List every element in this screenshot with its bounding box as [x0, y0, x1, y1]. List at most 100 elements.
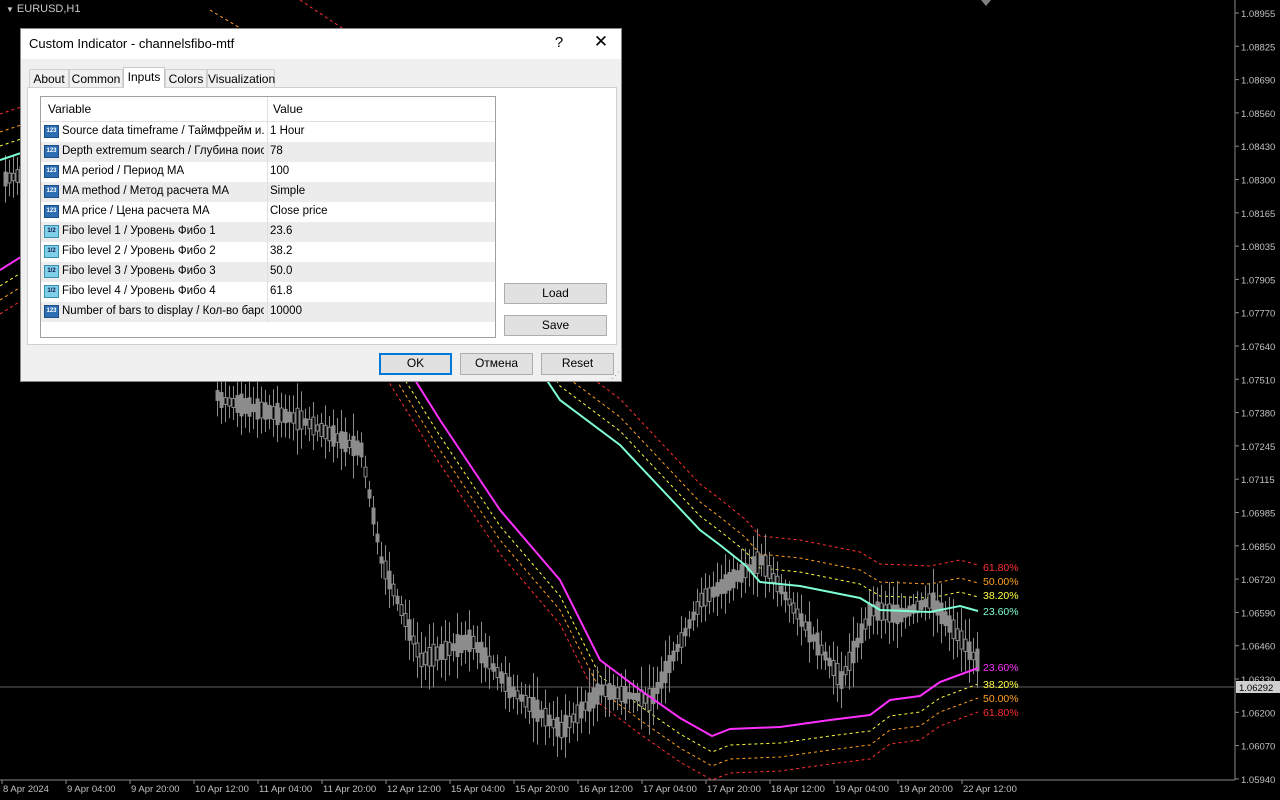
candle-body — [619, 685, 624, 703]
candle-body — [967, 641, 972, 660]
price-label: 1.07905 — [1241, 275, 1275, 286]
candle-body — [659, 671, 664, 689]
candle-body — [831, 659, 836, 677]
candle-body — [787, 598, 792, 606]
candle-body — [655, 682, 660, 694]
help-icon[interactable]: ? — [549, 34, 569, 51]
table-row[interactable]: 123 Number of bars to display / Кол-во ба… — [41, 302, 495, 322]
candle-body — [563, 714, 568, 738]
candle-body — [771, 573, 776, 583]
candle-body — [675, 644, 680, 652]
col-variable-header[interactable]: Variable — [48, 102, 91, 116]
price-label: 1.08035 — [1241, 242, 1275, 253]
candle-body — [391, 583, 396, 597]
column-divider[interactable] — [267, 97, 268, 121]
col-value-header[interactable]: Value — [273, 102, 303, 116]
time-label: 11 Apr 04:00 — [259, 784, 312, 795]
candle-body — [443, 640, 448, 660]
candle-body — [611, 685, 616, 700]
candle-body — [927, 593, 932, 609]
variable-name: MA method / Метод расчета MA — [62, 185, 230, 197]
candle-body — [791, 602, 796, 614]
candle-body — [763, 555, 768, 577]
candle-body — [751, 556, 756, 575]
candle-body — [779, 585, 784, 595]
candle-body — [595, 683, 600, 705]
resize-grip-icon[interactable]: ⋰ — [611, 371, 620, 380]
candle-body — [719, 579, 724, 595]
table-row[interactable]: 1/2 Fibo level 3 / Уровень Фибо 3 50.0 — [41, 262, 495, 282]
candle-body — [523, 694, 528, 708]
price-label: 1.06070 — [1241, 742, 1275, 753]
table-row[interactable]: 123 MA price / Цена расчета MA Close price — [41, 202, 495, 222]
load-button[interactable]: Load — [504, 283, 607, 304]
candle-body — [459, 635, 464, 653]
table-row[interactable]: 123 MA period / Период MA 100 — [41, 162, 495, 182]
table-row[interactable]: 123 Depth extremum search / Глубина поис.… — [41, 142, 495, 162]
variable-name: Depth extremum search / Глубина поис... — [62, 145, 264, 157]
table-row[interactable]: 1/2 Fibo level 2 / Уровень Фибо 2 38.2 — [41, 242, 495, 262]
candle-body — [591, 687, 596, 709]
candle-body — [631, 692, 636, 700]
reset-button[interactable]: Reset — [541, 353, 614, 375]
candle-body — [311, 416, 316, 436]
column-divider — [267, 242, 268, 262]
variable-value[interactable]: 78 — [270, 145, 490, 157]
tab-common[interactable]: Common — [69, 69, 123, 87]
table-row[interactable]: 123 MA method / Метод расчета MA Simple — [41, 182, 495, 202]
dialog-titlebar[interactable]: Custom Indicator - channelsfibo-mtf ? ✕ — [21, 29, 621, 59]
column-divider — [267, 182, 268, 202]
candle-body — [511, 686, 516, 697]
upper-fib-label: 50.00% — [983, 576, 1019, 588]
candle-body — [415, 642, 420, 658]
tab-about[interactable]: About — [29, 69, 69, 87]
candle-body — [335, 433, 340, 443]
candle-body — [583, 701, 588, 711]
integer-type-icon: 123 — [44, 305, 59, 318]
candle-body — [487, 655, 492, 670]
variable-value[interactable]: 61.8 — [270, 285, 490, 297]
variable-value[interactable]: 50.0 — [270, 265, 490, 277]
variable-value[interactable]: 1 Hour — [270, 125, 490, 137]
variable-name: Number of bars to display / Кол-во баро.… — [62, 305, 264, 317]
candle-body — [547, 714, 552, 727]
candle-body — [803, 621, 808, 631]
close-icon[interactable]: ✕ — [589, 32, 613, 52]
variable-value[interactable]: 23.6 — [270, 225, 490, 237]
candle-body — [735, 570, 740, 582]
tab-inputs[interactable]: Inputs — [123, 67, 165, 88]
variable-value[interactable]: 38.2 — [270, 245, 490, 257]
variable-value[interactable]: Simple — [270, 185, 490, 197]
candle-body — [267, 404, 272, 420]
tab-colors[interactable]: Colors — [165, 69, 207, 87]
candle-body — [687, 619, 692, 629]
dropdown-triangle-icon[interactable]: ▼ — [6, 5, 14, 14]
price-label: 1.06985 — [1241, 509, 1275, 520]
tab-visualization[interactable]: Visualization — [207, 69, 275, 87]
variable-value[interactable]: Close price — [270, 205, 490, 217]
variable-value[interactable]: 10000 — [270, 305, 490, 317]
variable-value[interactable]: 100 — [270, 165, 490, 177]
price-label: 1.08165 — [1241, 209, 1275, 220]
column-divider — [267, 162, 268, 182]
inputs-table: Variable Value 123 Source data timeframe … — [40, 96, 496, 338]
table-row[interactable]: 1/2 Fibo level 1 / Уровень Фибо 1 23.6 — [41, 222, 495, 242]
cancel-button[interactable]: Отмена — [460, 353, 533, 375]
ok-button[interactable]: OK — [379, 353, 452, 375]
candle-body — [711, 586, 716, 598]
candle-body — [587, 692, 592, 712]
candle-body — [471, 635, 476, 650]
table-row[interactable]: 1/2 Fibo level 4 / Уровень Фибо 4 61.8 — [41, 282, 495, 302]
candle-body — [227, 397, 232, 407]
candle-body — [847, 651, 852, 671]
price-label: 1.06200 — [1241, 708, 1275, 719]
candle-body — [971, 651, 976, 661]
table-row[interactable]: 123 Source data timeframe / Таймфрейм и..… — [41, 122, 495, 142]
candle-body — [363, 466, 368, 478]
candle-body — [647, 688, 652, 712]
candle-body — [399, 604, 404, 616]
price-label: 1.06590 — [1241, 608, 1275, 619]
save-button[interactable]: Save — [504, 315, 607, 336]
candle-body — [359, 442, 364, 458]
candle-body — [519, 694, 524, 702]
